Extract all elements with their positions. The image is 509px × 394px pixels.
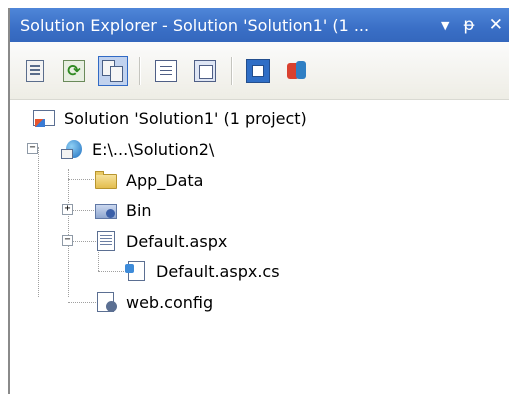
- tree-node-label: Bin: [126, 200, 152, 220]
- properties-icon: [26, 59, 44, 82]
- toolbar-separator: [231, 56, 233, 85]
- tree-node-solution[interactable]: Solution 'Solution1' (1 project): [32, 103, 307, 133]
- tree-connector-line: [68, 169, 69, 297]
- refresh-icon: ⟳: [63, 59, 85, 82]
- toolbar: ⟳: [10, 42, 509, 100]
- show-all-files-icon: [101, 59, 125, 83]
- tree-node-label: App_Data: [126, 170, 204, 190]
- view-designer-button[interactable]: [190, 56, 220, 86]
- tree-node-label: Default.aspx: [126, 231, 228, 251]
- tree-node-label: E:\...\Solution2\: [92, 139, 215, 159]
- tree-node-label: Solution 'Solution1' (1 project): [64, 108, 307, 128]
- tree-node-label: Default.aspx.cs: [156, 261, 280, 281]
- toolbar-separator: [139, 56, 141, 85]
- tree-node-web-config[interactable]: web.config: [94, 287, 213, 317]
- folder-icon: [94, 169, 118, 191]
- properties-button[interactable]: [20, 56, 50, 86]
- aspx-file-icon: [94, 230, 118, 252]
- copy-website-button[interactable]: [243, 56, 273, 86]
- show-all-files-button[interactable]: [98, 55, 128, 86]
- collapse-project-toggle[interactable]: −: [27, 143, 38, 154]
- tree-node-bin[interactable]: Bin: [94, 195, 152, 225]
- close-icon[interactable]: ✕: [489, 16, 503, 34]
- config-file-icon: [94, 291, 118, 313]
- window-position-dropdown-icon[interactable]: ▼: [441, 20, 449, 31]
- tree-connector-line: [98, 271, 126, 272]
- collapse-default-aspx-toggle[interactable]: −: [62, 235, 73, 246]
- auto-hide-pin-icon[interactable]: ᵽ: [463, 16, 474, 34]
- cs-file-icon: [124, 260, 148, 282]
- view-code-button[interactable]: [151, 56, 181, 86]
- asp-net-configuration-icon: [285, 59, 309, 83]
- tree-node-app-data[interactable]: App_Data: [94, 165, 203, 195]
- view-code-icon: [155, 59, 177, 82]
- web-project-icon: [60, 138, 84, 160]
- solution-explorer-window: Solution Explorer - Solution 'Solution1'…: [8, 8, 509, 394]
- expand-bin-toggle[interactable]: +: [62, 204, 73, 215]
- solution-icon: [32, 107, 56, 129]
- tree-node-label: web.config: [126, 292, 214, 312]
- tree-node-default-aspx-cs[interactable]: Default.aspx.cs: [124, 256, 280, 286]
- bin-folder-icon: [94, 199, 118, 221]
- refresh-button[interactable]: ⟳: [59, 56, 89, 86]
- copy-website-icon: [246, 58, 270, 83]
- tree-connector-line: [38, 147, 39, 297]
- asp-net-configuration-button[interactable]: [282, 56, 312, 86]
- title-bar-buttons: ▼ ᵽ ✕: [441, 8, 503, 42]
- solution-tree: Solution 'Solution1' (1 project) − E:\..…: [10, 101, 509, 394]
- view-designer-icon: [194, 59, 216, 82]
- tree-node-default-aspx[interactable]: Default.aspx: [94, 226, 227, 256]
- tree-node-project[interactable]: E:\...\Solution2\: [60, 134, 214, 164]
- title-bar[interactable]: Solution Explorer - Solution 'Solution1'…: [10, 8, 509, 42]
- window-title: Solution Explorer - Solution 'Solution1'…: [20, 15, 370, 35]
